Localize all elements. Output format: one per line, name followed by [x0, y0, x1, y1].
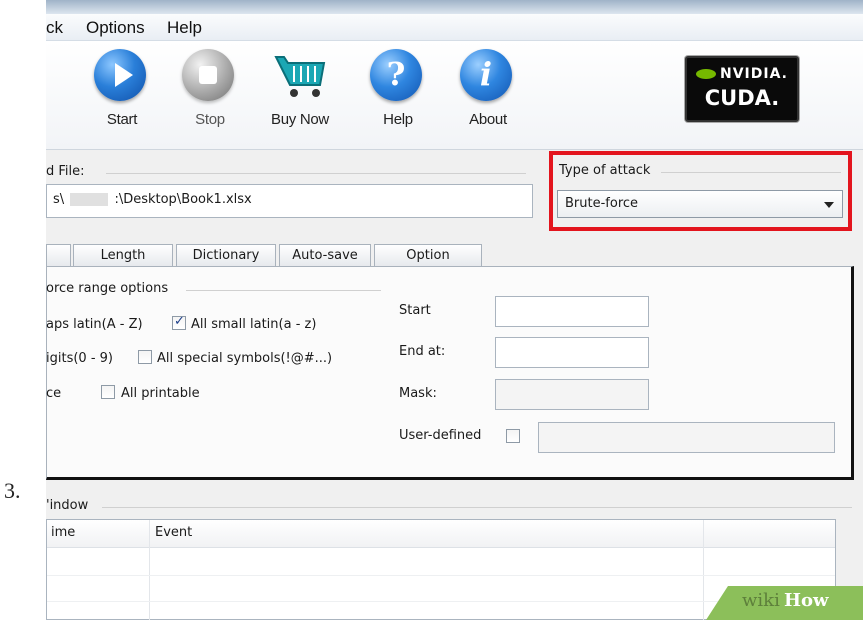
about-button[interactable]: i About — [448, 49, 528, 129]
special-symbols-checkbox[interactable] — [138, 350, 152, 364]
about-label: About — [469, 111, 507, 128]
user-defined-label: User-defined — [399, 428, 482, 443]
range-group-line — [186, 290, 381, 291]
user-defined-input[interactable] — [538, 422, 835, 453]
shopping-cart-icon — [274, 56, 326, 97]
help-icon: ? — [370, 49, 422, 101]
nvidia-cuda-logo: NVIDIA. CUDA. — [685, 56, 799, 122]
menu-item-file[interactable]: ck — [46, 18, 63, 38]
wikihow-watermark: wiki How — [706, 586, 863, 620]
toolbar: Start Stop Buy Now ? Help i About NVIDIA… — [46, 41, 863, 150]
redacted-username — [70, 193, 109, 206]
watermark-wiki: wiki — [742, 590, 780, 611]
help-button[interactable]: ? Help — [358, 49, 438, 129]
row-divider — [47, 575, 835, 576]
file-path-field[interactable]: s\ :\Desktop\Book1.xlsx — [46, 184, 533, 218]
mask-input[interactable] — [495, 379, 649, 410]
tab-option[interactable]: Option — [374, 244, 482, 267]
app-window: ck Options Help Start Stop Buy Now ? Hel… — [46, 0, 863, 620]
log-window-title: 'indow — [46, 498, 89, 513]
stop-icon — [182, 49, 234, 101]
tab-dictionary[interactable]: Dictionary — [176, 244, 276, 267]
nvidia-eye-icon — [695, 69, 716, 79]
buy-now-button[interactable]: Buy Now — [260, 49, 340, 129]
column-divider — [149, 520, 150, 620]
printable-label: All printable — [121, 386, 200, 401]
buy-now-label: Buy Now — [271, 111, 329, 128]
mask-field-label: Mask: — [399, 386, 437, 401]
info-icon: i — [460, 49, 512, 101]
play-icon — [94, 49, 146, 101]
special-symbols-label: All special symbols(!@#...) — [157, 351, 333, 366]
tab-auto-save[interactable]: Auto-save — [279, 244, 371, 267]
stop-label: Stop — [195, 111, 225, 128]
start-label: Start — [106, 111, 138, 128]
small-latin-label: All small latin(a - z) — [191, 317, 317, 332]
end-field-label: End at: — [399, 344, 446, 359]
help-label: Help — [383, 111, 413, 128]
log-group-line — [102, 507, 852, 508]
row-divider — [47, 601, 835, 602]
caps-latin-label: aps latin(A - Z) — [46, 317, 143, 332]
menu-item-options[interactable]: Options — [86, 18, 145, 38]
file-label: d File: — [46, 164, 85, 179]
file-path-suffix: :\Desktop\Book1.xlsx — [114, 192, 252, 207]
small-latin-checkbox[interactable] — [172, 314, 186, 330]
tab-length[interactable]: Length — [73, 244, 173, 267]
menu-bar: ck Options Help — [46, 14, 863, 41]
step-number: 3. — [4, 478, 21, 503]
highlight-box — [549, 151, 852, 231]
start-button[interactable]: Start — [82, 49, 162, 129]
tab-first[interactable] — [46, 244, 71, 267]
column-time[interactable]: ime — [51, 525, 75, 540]
menu-item-help[interactable]: Help — [167, 18, 202, 38]
title-bar — [46, 0, 863, 14]
printable-checkbox[interactable] — [101, 385, 115, 399]
watermark-how: How — [784, 590, 829, 611]
file-path-prefix: s\ — [53, 192, 65, 207]
column-event[interactable]: Event — [155, 525, 192, 540]
stop-button[interactable]: Stop — [170, 49, 250, 129]
start-field-label: Start — [399, 303, 431, 318]
nvidia-wordmark: NVIDIA. — [719, 66, 788, 82]
user-defined-checkbox[interactable] — [506, 429, 520, 443]
range-options-title: orce range options — [46, 281, 169, 296]
file-group-line — [106, 173, 526, 174]
digits-label: igits(0 - 9) — [46, 351, 113, 366]
column-divider — [703, 520, 704, 620]
cuda-wordmark: CUDA. — [704, 86, 780, 110]
start-input[interactable] — [495, 296, 649, 327]
end-input[interactable] — [495, 337, 649, 368]
space-label: ce — [46, 386, 62, 401]
